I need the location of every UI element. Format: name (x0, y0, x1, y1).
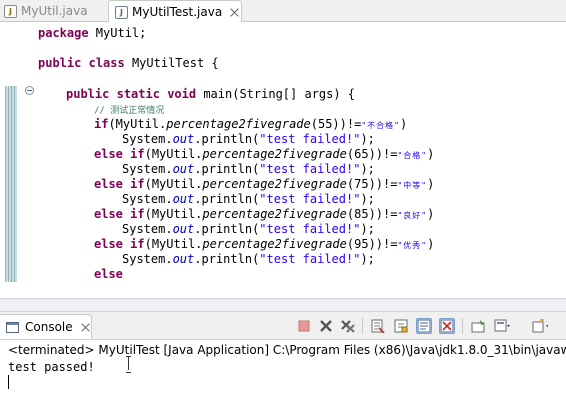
tab-console[interactable]: Console (0, 314, 92, 339)
show-on-stderr-icon[interactable] (439, 318, 455, 334)
console-output[interactable]: test passed! (8, 360, 95, 374)
code-line: if(MyUtil.percentage2fivegrade(55))!="不合… (94, 117, 408, 131)
pin-console-icon[interactable] (470, 318, 486, 334)
text-caret (8, 375, 9, 389)
close-icon[interactable] (230, 8, 239, 17)
show-on-stdout-icon[interactable] (416, 318, 432, 334)
remove-all-terminated-icon[interactable] (340, 318, 356, 334)
code-line: System.out.println("test failed!"); (122, 222, 375, 236)
code-line: System.out.println("test failed!"); (122, 192, 375, 206)
toolbar-separator (462, 318, 463, 334)
close-icon[interactable] (81, 323, 90, 332)
clear-console-icon[interactable] (370, 318, 386, 334)
toolbar-separator (362, 318, 363, 334)
tab-label: MyUtilTest.java (132, 5, 223, 19)
terminate-icon[interactable] (296, 318, 312, 334)
code-line: else if(MyUtil.percentage2fivegrade(65))… (94, 147, 435, 161)
terminated-status-line: <terminated> MyUtilTest [Java Applicatio… (8, 343, 566, 357)
java-file-icon: J (115, 5, 128, 19)
editor-tab-bar: J MyUtil.java J MyUtilTest.java (0, 0, 566, 23)
tab-myutil-java[interactable]: J MyUtil.java (4, 0, 100, 22)
fold-collapse-icon[interactable] (25, 86, 34, 95)
display-selected-console-icon[interactable] (494, 318, 510, 334)
console-icon (6, 321, 19, 333)
view-divider[interactable] (0, 298, 566, 312)
code-line: else (94, 267, 123, 281)
code-line: System.out.println("test failed!"); (122, 252, 375, 266)
tab-label: MyUtil.java (21, 4, 88, 18)
tab-myutiltest-java[interactable]: J MyUtilTest.java (108, 0, 242, 23)
mouse-ibeam-cursor (126, 356, 132, 373)
console-tab-label: Console (25, 320, 73, 334)
open-console-icon[interactable] (532, 318, 548, 334)
remove-launch-icon[interactable] (318, 318, 334, 334)
code-line: else if(MyUtil.percentage2fivegrade(95))… (94, 237, 435, 251)
console-toolbar: Console (0, 312, 566, 340)
code-editor[interactable]: package MyUtil; public class MyUtilTest … (0, 22, 566, 298)
scroll-lock-icon[interactable] (393, 318, 409, 334)
code-line: package MyUtil; (38, 26, 147, 40)
code-line: else if(MyUtil.percentage2fivegrade(75))… (94, 177, 435, 191)
code-line: public class MyUtilTest { (38, 56, 219, 70)
code-line: public static void main(String[] args) { (66, 87, 356, 101)
java-file-icon: J (4, 4, 17, 18)
code-line: System.out.println("test failed!"); (122, 132, 375, 146)
change-marker-ruler (5, 86, 17, 282)
code-line: else if(MyUtil.percentage2fivegrade(85))… (94, 207, 435, 221)
code-line: System.out.println("test failed!"); (122, 162, 375, 176)
